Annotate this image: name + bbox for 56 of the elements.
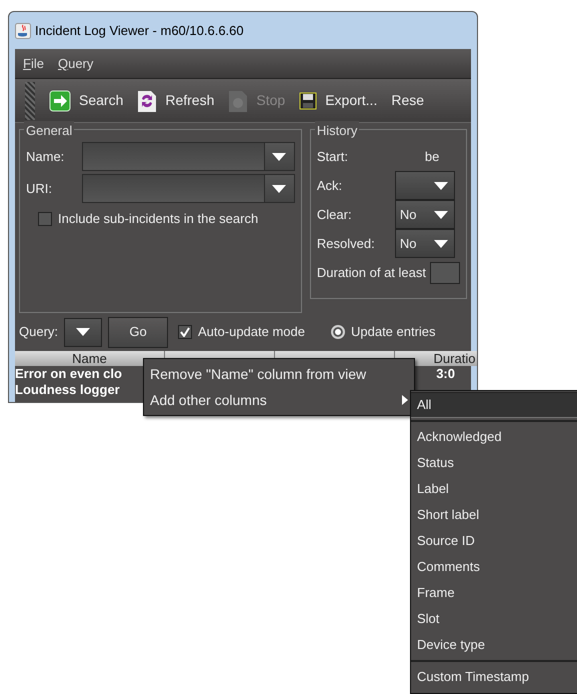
checkbox-label: Auto-update mode xyxy=(198,323,305,342)
checkbox[interactable] xyxy=(38,212,52,226)
menu-item[interactable]: Short label xyxy=(411,502,577,528)
menu-item[interactable]: Device type xyxy=(411,632,577,658)
field-label: Duration of at least xyxy=(316,264,426,282)
field-label: Clear: xyxy=(316,206,353,224)
menu-item[interactable]: All xyxy=(411,392,577,418)
field-label: Ack: xyxy=(316,176,344,195)
combo-box[interactable]: No xyxy=(394,229,455,258)
radio-label: Update entries xyxy=(350,323,436,342)
field-label: Name: xyxy=(26,148,66,166)
menu-item[interactable]: File xyxy=(23,54,44,74)
dropdown-arrow-icon xyxy=(76,328,90,336)
menu-item[interactable]: Source ID xyxy=(411,528,577,554)
toolbar-button[interactable]: Refresh xyxy=(137,88,214,112)
query-dropdown[interactable] xyxy=(64,318,102,346)
menu-item[interactable]: Status xyxy=(411,450,577,476)
menu-item[interactable]: Label xyxy=(411,476,577,502)
toolbar-button[interactable]: Search xyxy=(49,90,124,112)
dropdown-arrow-icon xyxy=(434,210,448,218)
dropdown-arrow-icon xyxy=(434,182,448,190)
field-label: Start: xyxy=(316,148,349,166)
java-cup-icon xyxy=(15,22,31,38)
field-value: be xyxy=(424,148,440,166)
menu-item[interactable]: Query xyxy=(58,54,94,74)
menu-item[interactable]: Comments xyxy=(411,554,577,580)
field-label: URI: xyxy=(26,180,53,198)
toolbar-button[interactable]: Export... xyxy=(299,90,378,111)
table-cell-text: Loudness logger xyxy=(15,382,121,398)
go-button[interactable]: Go xyxy=(108,316,168,348)
query-label: Query: xyxy=(19,323,58,342)
menu-item[interactable]: Slot xyxy=(411,606,577,632)
table-cell-text: 3:0 xyxy=(435,366,455,382)
submenu-arrow-icon xyxy=(402,395,408,405)
panel-title: History xyxy=(314,121,360,140)
column-header[interactable]: Name xyxy=(15,351,165,366)
menu-item[interactable]: Add other columns xyxy=(144,387,414,413)
combo-box[interactable] xyxy=(394,171,455,200)
dropdown-arrow-icon xyxy=(272,184,286,192)
menu-item[interactable]: Custom Timestamp xyxy=(411,664,577,690)
toolbar-button[interactable]: Rese xyxy=(391,90,424,111)
checkbox-label: Include sub-incidents in the search xyxy=(58,210,258,228)
dropdown-arrow-icon xyxy=(434,240,448,248)
menu-item[interactable]: Frame xyxy=(411,580,577,606)
stop-document-icon xyxy=(228,88,248,112)
window-title: Incident Log Viewer - m60/10.6.6.60 xyxy=(35,22,244,40)
combo-box[interactable]: No xyxy=(394,200,455,229)
toolbar-grip[interactable] xyxy=(25,82,35,120)
menu-item[interactable]: Acknowledged xyxy=(411,424,577,450)
radio-button[interactable] xyxy=(330,325,345,339)
refresh-document-icon xyxy=(137,88,158,112)
checkbox[interactable] xyxy=(178,325,192,339)
dropdown-arrow-icon xyxy=(272,152,286,160)
field-label: Resolved: xyxy=(316,234,376,253)
arrow-right-icon xyxy=(49,90,71,112)
input-field[interactable] xyxy=(430,262,460,284)
